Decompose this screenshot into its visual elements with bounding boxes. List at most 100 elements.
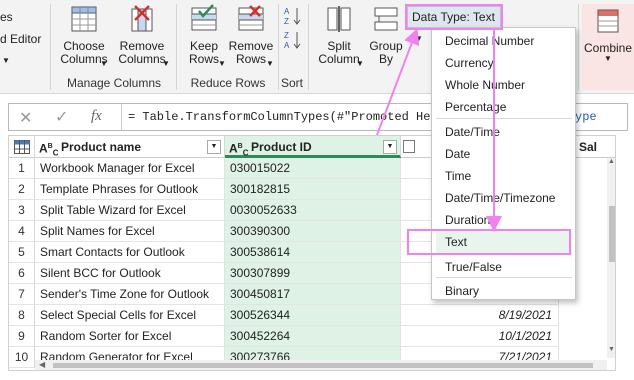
column-header-product-id[interactable]: ABC Product ID ▼ <box>225 136 401 158</box>
confirm-icon[interactable]: ✓ <box>55 107 68 127</box>
product-name-cell[interactable]: Select Special Cells for Excel <box>35 305 225 326</box>
product-name-cell[interactable]: Split Names for Excel <box>35 221 225 242</box>
remove-rows-icon <box>238 5 264 31</box>
combine-button[interactable]: Combine ▼ <box>582 4 634 90</box>
column-header-product-name[interactable]: ABC Product name ▼ <box>35 136 225 158</box>
product-name-cell[interactable]: Template Phrases for Outlook <box>35 179 225 200</box>
row-number[interactable]: 9 <box>9 326 35 347</box>
product-id-cell[interactable]: 300538614 <box>225 242 401 263</box>
scrollbar-thumb[interactable] <box>609 206 615 262</box>
dropdown-arrow-icon: ▼ <box>100 59 108 68</box>
row-number[interactable]: 7 <box>9 284 35 305</box>
product-id-cell[interactable]: 300450817 <box>225 284 401 305</box>
product-id-cell[interactable]: 300307899 <box>225 263 401 284</box>
menu-separator <box>436 277 572 278</box>
row-number[interactable]: 5 <box>9 242 35 263</box>
choose-columns-button[interactable]: Choose Columns ▼ <box>58 4 110 68</box>
sort-descending-button[interactable]: Z A <box>284 30 302 50</box>
fx-icon[interactable]: fx <box>91 108 102 125</box>
split-column-icon <box>327 6 351 32</box>
menu-item-percentage[interactable]: Percentage <box>436 96 572 118</box>
formula-text-tail: ype <box>575 110 597 124</box>
filter-dropdown-button[interactable]: ▼ <box>207 140 221 154</box>
cancel-icon[interactable]: ✕ <box>19 108 32 128</box>
table-corner-button[interactable] <box>9 136 35 158</box>
group-by-label: Group By <box>369 39 403 66</box>
sale-date-cell[interactable]: 8/19/2021 <box>401 305 559 326</box>
column-header-label: Product name <box>61 140 142 154</box>
data-type-label: Data Type: Text <box>412 10 495 24</box>
combine-icon <box>597 9 619 33</box>
product-name-cell[interactable]: Sender's Time Zone for Outlook <box>35 284 225 305</box>
scroll-up-icon[interactable]: ▲ <box>608 158 615 165</box>
row-number[interactable]: 1 <box>9 158 35 179</box>
menu-item-date-time-timezone[interactable]: Date/Time/Timezone <box>436 187 572 209</box>
date-type-icon[interactable] <box>403 140 415 153</box>
scroll-left-icon[interactable]: ◀ <box>39 360 45 369</box>
horizontal-scrollbar[interactable]: ◀ <box>35 360 607 370</box>
menu-item-decimal-number[interactable]: Decimal Number <box>436 30 572 52</box>
row-number[interactable]: 10 <box>9 347 35 368</box>
manage-columns-group-label: Manage Columns <box>66 76 162 90</box>
advanced-editor-label: d Editor <box>0 32 42 46</box>
reduce-rows-group-label: Reduce Rows <box>190 76 266 90</box>
keep-rows-button[interactable]: Keep Rows ▼ <box>182 4 226 68</box>
svg-text:A: A <box>284 7 290 16</box>
product-id-cell[interactable]: 300390300 <box>225 221 401 242</box>
product-id-cell[interactable]: 300526344 <box>225 305 401 326</box>
sort-ascending-icon: A Z <box>284 7 301 26</box>
product-id-cell[interactable]: 300182815 <box>225 179 401 200</box>
menu-item-binary[interactable]: Binary <box>436 280 572 302</box>
column-header-label: Product ID <box>251 140 312 154</box>
column-header-label: Sal <box>579 140 598 154</box>
dropdown-arrow-icon: ▼ <box>218 59 226 68</box>
product-id-cell[interactable]: 0030052633 <box>225 200 401 221</box>
group-by-icon <box>374 7 398 31</box>
row-number[interactable]: 4 <box>9 221 35 242</box>
scrollbar-thumb[interactable] <box>53 363 593 368</box>
sort-group-label: Sort <box>280 76 303 90</box>
menu-item-date-time[interactable]: Date/Time <box>436 121 572 143</box>
sort-ascending-button[interactable]: A Z <box>284 6 302 26</box>
product-name-cell[interactable]: Split Table Wizard for Excel <box>35 200 225 221</box>
product-name-cell[interactable]: Silent BCC for Outlook <box>35 263 225 284</box>
group-by-button[interactable]: Group By <box>366 4 406 66</box>
remove-columns-button[interactable]: Remove Columns ▼ <box>116 4 170 68</box>
dropdown-arrow-icon: ▼ <box>604 54 612 63</box>
dropdown-arrow-icon: ▼ <box>162 59 170 68</box>
menu-item-true-false[interactable]: True/False <box>436 256 572 278</box>
ribbon-separator <box>50 4 51 90</box>
menu-item-currency[interactable]: Currency <box>436 52 572 74</box>
table-icon <box>13 140 30 154</box>
data-type-button[interactable]: Data Type: Text ▼ <box>407 6 501 43</box>
row-number[interactable]: 6 <box>9 263 35 284</box>
remove-columns-icon <box>131 5 153 32</box>
filter-dropdown-button[interactable]: ▼ <box>383 140 397 154</box>
svg-text:A: A <box>284 41 290 50</box>
product-id-cell[interactable]: 030015022 <box>225 158 401 179</box>
formula-text[interactable]: = Table.TransformColumnTypes(#"Promoted … <box>128 110 438 124</box>
remove-rows-button[interactable]: Remove Rows ▼ <box>228 4 274 68</box>
menu-item-text[interactable]: Text <box>436 231 572 253</box>
scroll-down-icon[interactable]: ▼ <box>608 346 615 353</box>
product-name-cell[interactable]: Smart Contacts for Outlook <box>35 242 225 263</box>
product-name-cell[interactable]: Random Sorter for Excel <box>35 326 225 347</box>
product-name-cell[interactable]: Workbook Manager for Excel <box>35 158 225 179</box>
row-number[interactable]: 2 <box>9 179 35 200</box>
menu-item-time[interactable]: Time <box>436 165 572 187</box>
split-column-button[interactable]: Split Column ▼ <box>314 4 364 68</box>
row-number[interactable]: 8 <box>9 305 35 326</box>
ribbon-separator <box>176 4 177 90</box>
svg-text:Z: Z <box>284 31 289 40</box>
formula-divider <box>121 104 122 130</box>
sale-date-cell[interactable]: 10/1/2021 <box>401 326 559 347</box>
menu-separator <box>436 118 572 119</box>
menu-item-duration[interactable]: Duration <box>436 209 572 231</box>
dropdown-arrow-icon: ▼ <box>415 34 423 43</box>
row-number[interactable]: 3 <box>9 200 35 221</box>
menu-item-whole-number[interactable]: Whole Number <box>436 74 572 96</box>
menu-item-date[interactable]: Date <box>436 143 572 165</box>
sort-descending-icon: Z A <box>284 31 301 50</box>
product-id-cell[interactable]: 300452264 <box>225 326 401 347</box>
vertical-scrollbar[interactable]: ▲ ▼ <box>607 158 615 358</box>
